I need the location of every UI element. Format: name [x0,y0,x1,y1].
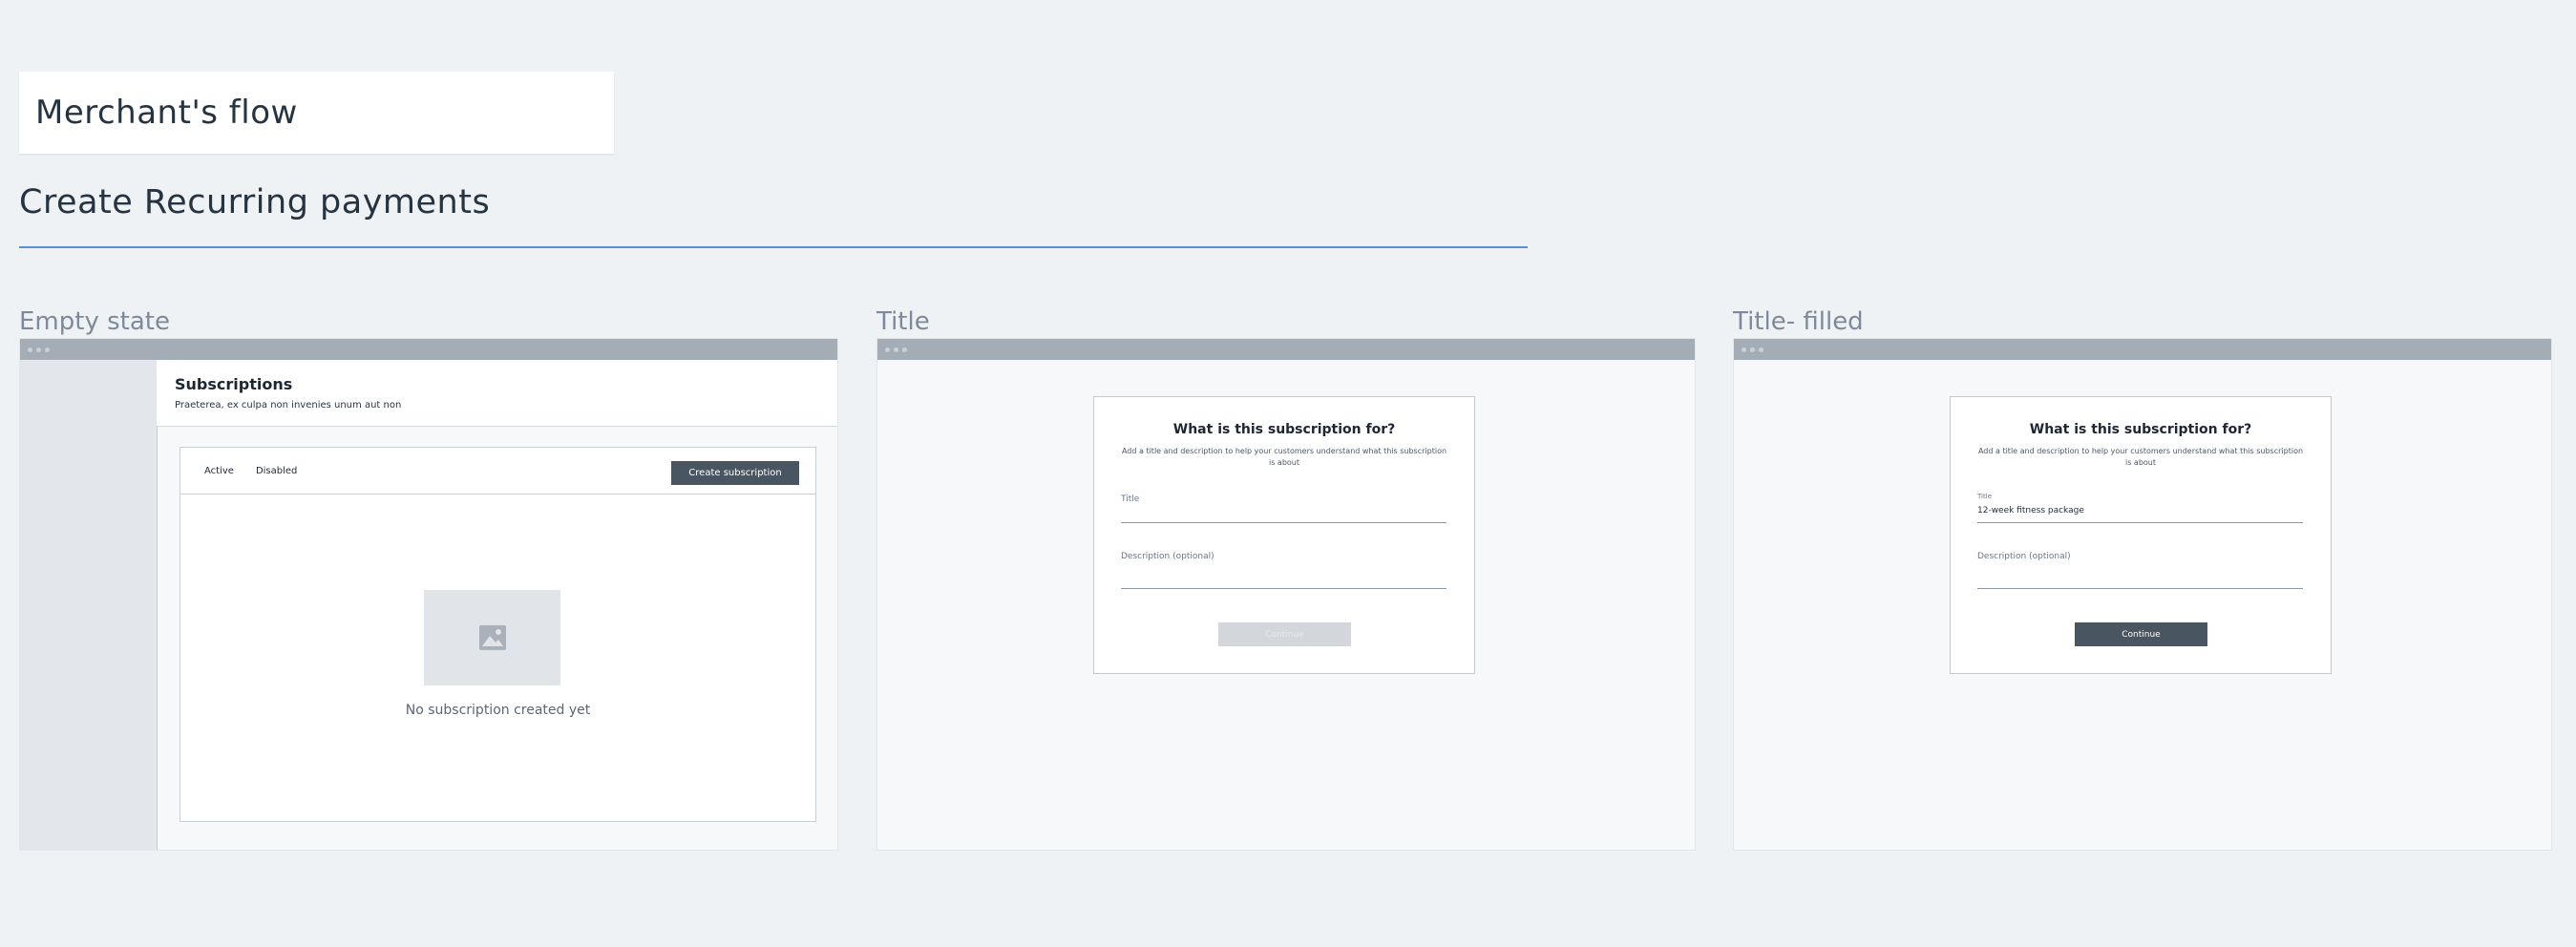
frame-empty-state: Subscriptions Praeterea, ex culpa non in… [19,338,838,851]
page-title: Subscriptions [175,375,293,393]
window-dot [28,347,32,352]
modal-subtitle: Add a title and description to help your… [1977,447,2304,467]
tab-active[interactable]: Active [204,466,234,476]
frame-label-title: Title [876,307,930,336]
subscription-modal: What is this subscription for? Add a tit… [1950,396,2332,674]
page-subtitle: Praeterea, ex culpa non invenies unum au… [175,400,402,410]
image-placeholder [424,590,560,685]
continue-button[interactable]: Continue [2075,622,2207,646]
window-title-bar [1734,339,2551,360]
window-dot [885,347,890,352]
image-placeholder-icon [478,625,506,650]
window-title-bar [20,339,837,360]
window-dot [1750,347,1755,352]
frame-label-empty-state: Empty state [19,307,170,336]
create-subscription-button[interactable]: Create subscription [671,461,799,485]
modal-title: What is this subscription for? [1172,422,1396,437]
section-title: Create Recurring payments [19,183,491,221]
flow-title: Merchant's flow [35,94,298,132]
frame-title: What is this subscription for? Add a tit… [876,338,1696,851]
sidebar [20,360,158,850]
frame-label-title-filled: Title- filled [1733,307,1864,336]
title-field-label: Title [1121,495,1140,504]
frame-title-filled: What is this subscription for? Add a tit… [1733,338,2552,851]
description-field[interactable] [1121,588,1446,589]
flow-title-card: Merchant's flow [19,72,614,154]
title-field-label: Title [1977,493,1993,500]
title-field[interactable] [1977,522,2303,523]
window-dot [1742,347,1746,352]
empty-state-message: No subscription created yet [405,703,591,718]
modal-subtitle: Add a title and description to help your… [1121,447,1447,467]
tab-disabled[interactable]: Disabled [256,466,297,476]
modal-title: What is this subscription for? [2029,422,2252,437]
window-dot [36,347,41,352]
window-dot [1759,347,1763,352]
title-field-value[interactable]: 12-week fitness package [1977,506,2084,516]
subscriptions-panel: Active Disabled Create subscription No s… [179,447,816,822]
window-dot [894,347,898,352]
tabs-row: Active Disabled Create subscription [180,448,815,495]
window-title-bar [877,339,1695,360]
content-header: Subscriptions Praeterea, ex culpa non in… [157,360,837,427]
description-field-label: Description (optional) [1977,552,2071,561]
title-field[interactable] [1121,522,1446,523]
description-field-label: Description (optional) [1121,552,1214,561]
window-dot [902,347,907,352]
section-divider [19,246,1528,248]
subscription-modal: What is this subscription for? Add a tit… [1093,396,1475,674]
window-dot [45,347,50,352]
description-field[interactable] [1977,588,2303,589]
continue-button[interactable]: Continue [1218,622,1351,646]
